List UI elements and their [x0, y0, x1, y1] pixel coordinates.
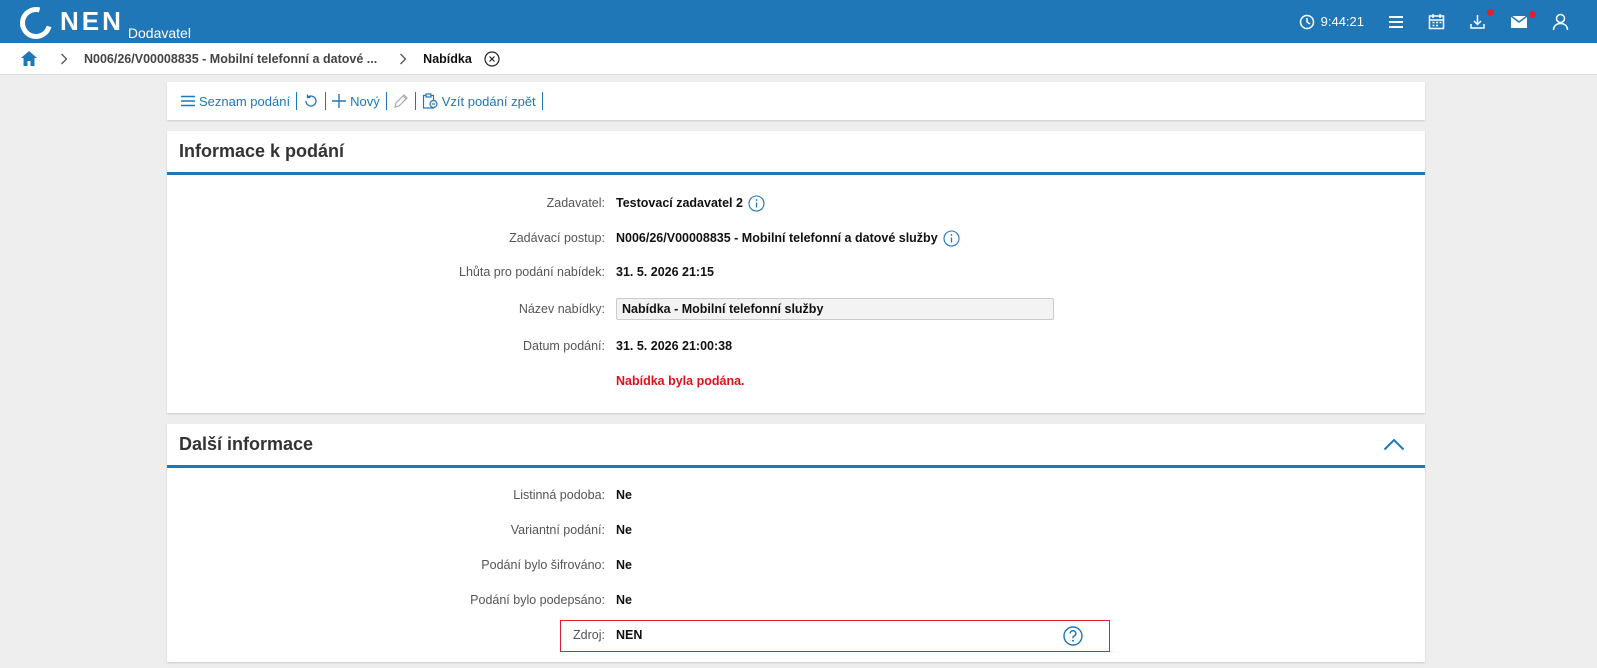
notification-dot: [1529, 10, 1536, 18]
pencil-icon: [393, 94, 408, 108]
info-icon[interactable]: [943, 229, 960, 247]
field-row-signed: Podání bylo podepsáno: Ne: [167, 590, 1425, 610]
status-row: Nabídka byla podána.: [167, 371, 1425, 391]
more-info-card-header[interactable]: Další informace: [167, 424, 1425, 468]
logo-subtitle: Dodavatel: [127, 25, 191, 41]
refresh-button[interactable]: [297, 92, 327, 110]
field-label: Zadávací postup:: [509, 231, 605, 245]
calendar-icon: [1428, 14, 1445, 30]
field-value: Nabídka - Mobilní telefonní služby: [616, 298, 1054, 320]
offer-name-field[interactable]: Nabídka - Mobilní telefonní služby: [616, 298, 1054, 320]
withdraw-button[interactable]: Vzít podání zpět: [416, 92, 543, 110]
field-value: Testovací zadavatel 2: [616, 194, 765, 212]
field-label: Variantní podání:: [510, 523, 605, 537]
info-card: Informace k podání Zadavatel: Testovací …: [167, 131, 1425, 413]
field-row-deadline: Lhůta pro podání nabídek: 31. 5. 2026 21…: [167, 262, 1425, 282]
new-button-label: Nový: [350, 93, 380, 109]
withdraw-button-label: Vzít podání zpět: [441, 93, 536, 109]
user-icon: [1552, 13, 1569, 30]
field-label: Zdroj:: [573, 628, 605, 642]
chevron-up-icon[interactable]: [1383, 438, 1405, 456]
paper-form-value: Ne: [616, 488, 632, 502]
source-highlight: [560, 620, 1110, 652]
info-icon[interactable]: [748, 194, 765, 212]
menu-button[interactable]: [1388, 15, 1404, 29]
field-row-paper-form: Listinná podoba: Ne: [167, 485, 1425, 505]
clock: 9:44:21: [1299, 14, 1364, 30]
encrypted-value: Ne: [616, 558, 632, 572]
chevron-right-icon: [60, 53, 68, 65]
chevron-right-icon: [399, 53, 407, 65]
breadcrumb-procedure[interactable]: N006/26/V00008835 - Mobilní telefonní a …: [84, 52, 377, 66]
info-card-title: Informace k podání: [179, 141, 345, 161]
notification-dot: [1487, 9, 1494, 16]
deadline-value: 31. 5. 2026 21:15: [616, 265, 714, 279]
home-link[interactable]: [20, 50, 38, 67]
submission-date-value: 31. 5. 2026 21:00:38: [616, 339, 733, 353]
clock-icon: [1299, 14, 1314, 29]
logo-ring-icon: [14, 1, 58, 45]
close-circle-icon: [484, 50, 500, 67]
breadcrumb: N006/26/V00008835 - Mobilní telefonní a …: [0, 43, 1597, 75]
field-row-offer-name: Název nabídky: Nabídka - Mobilní telefon…: [167, 297, 1425, 321]
field-row-encrypted: Podání bylo šifrováno: Ne: [167, 555, 1425, 575]
plus-icon: [332, 94, 347, 108]
menu-icon: [1389, 15, 1403, 28]
edit-button[interactable]: [387, 92, 416, 110]
download-icon: [1470, 15, 1485, 29]
refresh-icon: [305, 94, 317, 107]
variant-value: Ne: [616, 523, 632, 537]
field-row-submission-date: Datum podání: 31. 5. 2026 21:00:38: [167, 336, 1425, 356]
list-icon: [181, 95, 195, 107]
home-icon: [21, 51, 37, 66]
signed-value: Ne: [616, 593, 632, 607]
logo-text: NEN: [60, 6, 124, 36]
mail-icon: [1510, 14, 1528, 28]
clipboard-withdraw-icon: [422, 93, 438, 109]
field-row-variant: Variantní podání: Ne: [167, 520, 1425, 540]
list-button[interactable]: Seznam podání: [175, 92, 298, 110]
field-label: Podání bylo šifrováno:: [481, 558, 605, 572]
mail-button[interactable]: [1510, 10, 1536, 29]
field-label: Podání bylo podepsáno:: [470, 593, 605, 607]
calendar-button[interactable]: [1428, 13, 1445, 30]
clock-time: 9:44:21: [1320, 14, 1364, 29]
list-button-label: Seznam podání: [199, 93, 291, 109]
download-button[interactable]: [1469, 9, 1494, 30]
procedure-value: N006/26/V00008835 - Mobilní telefonní a …: [616, 231, 938, 245]
close-tab-button[interactable]: [484, 50, 500, 67]
contracting-authority-value: Testovací zadavatel 2: [616, 196, 743, 210]
toolbar: Seznam podání Nový Vzít podání zpět: [167, 82, 1425, 120]
field-row-procedure: Zadávací postup: N006/26/V00008835 - Mob…: [167, 228, 1425, 248]
new-button[interactable]: Nový: [326, 92, 387, 110]
user-button[interactable]: [1552, 13, 1569, 31]
field-value: N006/26/V00008835 - Mobilní telefonní a …: [616, 229, 960, 247]
nen-logo[interactable]: NEN Dodavatel: [14, 1, 191, 45]
status-message: Nabídka byla podána.: [616, 374, 745, 388]
help-icon[interactable]: [1063, 626, 1083, 651]
field-label: Lhůta pro podání nabídek:: [459, 265, 605, 279]
more-info-card-title: Další informace: [179, 434, 314, 454]
field-label: Datum podání:: [523, 339, 605, 353]
field-label: Zadavatel:: [546, 196, 605, 210]
field-label: Název nabídky:: [518, 302, 605, 316]
top-bar: NEN Dodavatel 9:44:21: [0, 0, 1597, 45]
field-label: Listinná podoba:: [513, 488, 605, 502]
top-right-actions: 9:44:21: [1275, 0, 1569, 43]
info-card-header: Informace k podání: [167, 131, 1425, 175]
breadcrumb-current: Nabídka: [423, 51, 472, 66]
field-row-contracting-authority: Zadavatel: Testovací zadavatel 2: [167, 193, 1425, 213]
